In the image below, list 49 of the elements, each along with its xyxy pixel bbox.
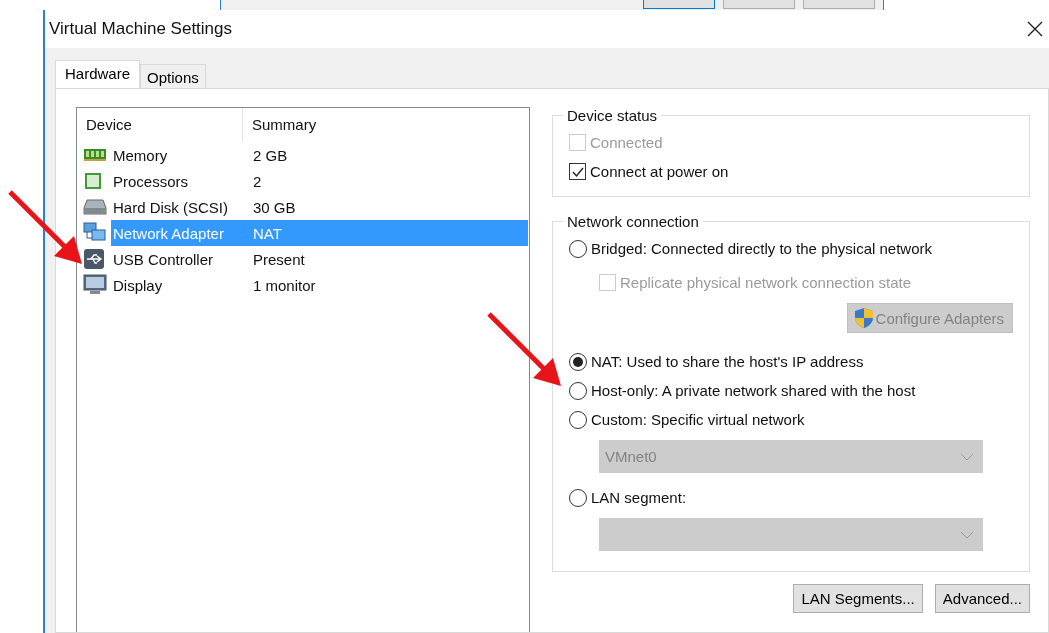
tab[interactable]: Hardware xyxy=(55,60,141,88)
usb-icon xyxy=(83,248,105,270)
device-name: Network Adapter xyxy=(112,224,225,242)
checkbox[interactable] xyxy=(569,163,586,180)
memory-icon xyxy=(83,147,107,163)
tab[interactable]: Options xyxy=(140,64,206,88)
column-header[interactable]: Device xyxy=(77,108,243,142)
device-summary: 2 xyxy=(253,172,262,190)
chevron-down-icon xyxy=(960,452,974,461)
radio-label: LAN segment: xyxy=(591,489,687,506)
device-summary: NAT xyxy=(253,224,282,242)
radio-button[interactable] xyxy=(569,488,587,507)
radio-label: Host-only: A private network shared with the host xyxy=(591,382,916,399)
network-icon xyxy=(83,222,107,244)
radio-button[interactable] xyxy=(569,381,587,400)
device-row[interactable]: Display 1 monitor xyxy=(111,272,528,298)
dialog-button[interactable]: LAN Segments... xyxy=(793,584,923,613)
radio-button[interactable] xyxy=(569,352,587,371)
checkbox-label: Connect at power on xyxy=(590,163,729,180)
device-summary: 1 monitor xyxy=(253,276,316,294)
checkbox-label: Replicate physical network connection state xyxy=(620,273,911,291)
chevron-down-icon xyxy=(960,530,974,539)
device-row[interactable]: Processors 2 xyxy=(111,168,528,194)
monitor-icon xyxy=(83,274,107,296)
radio-label: NAT: Used to share the host's IP address xyxy=(591,353,864,370)
device-summary: 30 GB xyxy=(253,198,296,216)
device-name: Memory xyxy=(112,146,169,164)
device-row[interactable]: USB Controller Present xyxy=(111,246,528,272)
device-row[interactable]: Hard Disk (SCSI) 30 GB xyxy=(111,194,528,220)
close-icon[interactable] xyxy=(1027,21,1043,37)
device-summary: 2 GB xyxy=(253,146,288,164)
radio-button[interactable] xyxy=(569,410,587,429)
device-name: Hard Disk (SCSI) xyxy=(112,198,229,216)
group-title: Network connection xyxy=(566,213,700,230)
device-row[interactable]: Memory 2 GB xyxy=(111,142,528,168)
dialog-button[interactable]: Advanced... xyxy=(934,584,1030,613)
column-header[interactable]: Summary xyxy=(243,108,317,142)
checkbox-label: Connected xyxy=(590,134,663,151)
device-summary: Present xyxy=(253,250,305,268)
device-name: USB Controller xyxy=(112,250,215,268)
device-name: Processors xyxy=(112,172,190,190)
window-title: Virtual Machine Settings xyxy=(49,19,232,39)
processor-icon xyxy=(83,171,103,191)
shield-icon xyxy=(853,307,874,329)
radio-button[interactable] xyxy=(569,239,587,258)
radio-label: Custom: Specific virtual network xyxy=(591,411,805,428)
group-title: Device status xyxy=(566,107,659,124)
radio-label: Bridged: Connected directly to the physical network xyxy=(591,240,932,257)
device-name: Display xyxy=(112,276,164,294)
